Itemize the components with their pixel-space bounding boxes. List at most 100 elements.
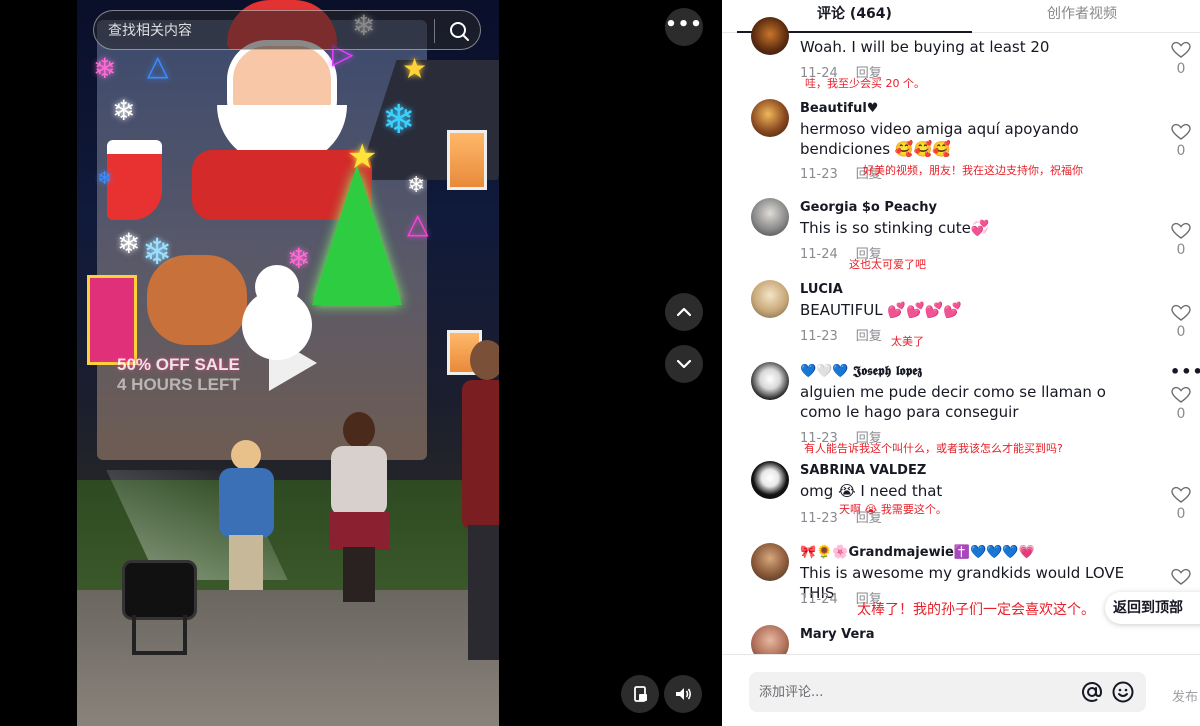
like-button[interactable]: 0 xyxy=(1170,123,1192,159)
avatar[interactable] xyxy=(751,99,789,137)
comment-translation: 哇，我至少会买 20 个。 xyxy=(805,77,925,90)
like-count: 0 xyxy=(1176,61,1186,77)
projector-stand-graphic xyxy=(132,615,187,655)
more-dots-icon: ••• xyxy=(665,13,703,35)
search-icon xyxy=(450,22,469,41)
comment-date: 11-23 xyxy=(800,511,838,526)
sale-overlay-subtext: 4 HOURS LEFT xyxy=(117,375,240,394)
search-divider xyxy=(434,19,435,43)
next-video-button[interactable] xyxy=(665,345,703,383)
like-count: 0 xyxy=(1176,406,1186,422)
like-button[interactable]: 0 xyxy=(1170,386,1192,422)
post-button[interactable]: 发布 xyxy=(1172,686,1198,705)
comment-text: omg 😭 I need that xyxy=(800,482,943,500)
triangle-icon: △ xyxy=(407,207,429,240)
like-button[interactable]: 0 xyxy=(1170,222,1192,258)
comment-username[interactable]: 💙🤍💙 𝕵𝖔𝖘𝖊𝖕𝖍 𝖑𝖔𝖕𝖊𝖟 xyxy=(800,364,922,379)
comment-date: 11-24 xyxy=(800,592,838,607)
avatar[interactable] xyxy=(751,280,789,318)
search-button[interactable] xyxy=(444,17,474,45)
avatar[interactable] xyxy=(751,461,789,499)
sale-overlay-text: 50% OFF SALE xyxy=(117,355,240,374)
screen-mode-button[interactable] xyxy=(621,675,659,713)
christmas-tree-graphic xyxy=(312,165,402,305)
window-graphic xyxy=(447,130,487,190)
comment-username[interactable]: Mary Vera xyxy=(800,627,874,642)
comment-translation: 这也太可爱了吧 xyxy=(849,258,926,271)
star-icon: ★ xyxy=(347,137,378,177)
comment-username[interactable]: LUCIA xyxy=(800,282,843,297)
like-button[interactable]: 0 xyxy=(1170,304,1192,340)
like-button[interactable] xyxy=(1170,568,1192,586)
comment-translation: 好美的视频，朋友！我在这边支持你，祝福你 xyxy=(863,164,1083,177)
comment-text: Woah. I will be buying at least 20 xyxy=(800,38,1050,56)
chevron-down-icon xyxy=(676,359,692,369)
reply-link[interactable]: 回复 xyxy=(856,329,882,344)
comment-text: hermoso video amiga aquí apoyando bendic… xyxy=(800,120,1079,158)
comment-username[interactable]: SABRINA VALDEZ xyxy=(800,463,926,478)
avatar[interactable] xyxy=(751,543,789,581)
previous-video-button[interactable] xyxy=(665,293,703,331)
search-bar xyxy=(93,10,481,50)
more-options-button[interactable]: ••• xyxy=(1170,362,1200,381)
panel-tabs: 评论 (464) 创作者视频 xyxy=(722,0,1200,33)
emoji-button[interactable] xyxy=(1111,680,1135,704)
comment-composer: 发布 xyxy=(722,654,1200,726)
comment-date: 11-24 xyxy=(800,247,838,262)
comment-panel: 评论 (464) 创作者视频 Woah. I will be buying at… xyxy=(722,0,1200,726)
comment-username[interactable]: Georgia $o Peachy xyxy=(800,200,937,215)
more-options-button[interactable]: ••• xyxy=(665,8,703,46)
comment-username[interactable]: 🎀🌻🌸Grandmajewie✝️💙💙💙💗 xyxy=(800,545,1035,560)
comment-input[interactable] xyxy=(759,682,1059,702)
heart-icon xyxy=(1171,41,1191,58)
search-input[interactable] xyxy=(108,21,408,41)
snowflake-icon: ❄ xyxy=(93,52,117,85)
chevron-up-icon xyxy=(676,307,692,317)
tab-creator-videos[interactable]: 创作者视频 xyxy=(977,0,1187,33)
gift-graphic xyxy=(87,275,137,365)
at-sign-icon xyxy=(1082,682,1103,702)
like-button[interactable]: 0 xyxy=(1170,486,1192,522)
avatar[interactable] xyxy=(751,17,789,55)
like-count: 0 xyxy=(1176,242,1186,258)
snowflake-icon: ❄ xyxy=(287,242,311,275)
child-boy-graphic xyxy=(219,440,274,590)
comment-translation: 太棒了！我的孙子们一定会喜欢这个。 xyxy=(857,602,1095,618)
play-icon[interactable] xyxy=(269,335,317,391)
mention-button[interactable] xyxy=(1080,680,1104,704)
avatar[interactable] xyxy=(751,198,789,236)
video-pane: ❄ △ ❄ ❄ ▷ ★ ❄ ★ ❄ △ ❄ ❄ ❄ ❄ 50% OFF SALE… xyxy=(0,0,722,726)
projector-graphic xyxy=(122,560,197,620)
avatar[interactable] xyxy=(751,362,789,400)
heart-icon xyxy=(1171,123,1191,140)
like-button[interactable]: 0 xyxy=(1170,41,1192,77)
snowflake-icon: ❄ xyxy=(97,168,113,189)
heart-icon xyxy=(1171,486,1191,503)
comment-username[interactable]: Beautiful♥ xyxy=(800,101,878,116)
triangle-icon: △ xyxy=(147,49,169,82)
snowflake-icon: ❄ xyxy=(142,232,173,273)
back-to-top-button[interactable]: 返回到顶部 xyxy=(1105,592,1200,624)
comment-text: This is so stinking cute💞 xyxy=(800,219,990,237)
child-girl-graphic xyxy=(329,412,389,602)
star-icon: ★ xyxy=(402,52,428,85)
volume-button[interactable] xyxy=(664,675,702,713)
comment-date: 11-23 xyxy=(800,167,838,182)
app-window: ❄ △ ❄ ❄ ▷ ★ ❄ ★ ❄ △ ❄ ❄ ❄ ❄ 50% OFF SALE… xyxy=(0,0,1200,726)
like-count: 0 xyxy=(1176,506,1186,522)
video-player[interactable]: ❄ △ ❄ ❄ ▷ ★ ❄ ★ ❄ △ ❄ ❄ ❄ ❄ 50% OFF SALE… xyxy=(77,0,499,726)
heart-icon xyxy=(1171,222,1191,239)
snowflake-icon: ❄ xyxy=(407,173,426,198)
comment-box xyxy=(749,672,1146,712)
heart-icon xyxy=(1171,568,1191,585)
heart-icon xyxy=(1171,386,1191,403)
adult-graphic xyxy=(462,340,499,660)
like-count: 0 xyxy=(1176,143,1186,159)
comment-translation: 有人能告诉我这个叫什么，或者我该怎么才能买到吗? xyxy=(804,442,1063,455)
stocking-graphic xyxy=(107,140,162,220)
comment-text: BEAUTIFUL 💕💕💕💕 xyxy=(800,301,963,319)
speaker-icon xyxy=(676,688,692,700)
heart-icon xyxy=(1171,304,1191,321)
comment-date: 11-23 xyxy=(800,329,838,344)
comment-translation: 天啊 😭 我需要这个。 xyxy=(839,503,947,516)
